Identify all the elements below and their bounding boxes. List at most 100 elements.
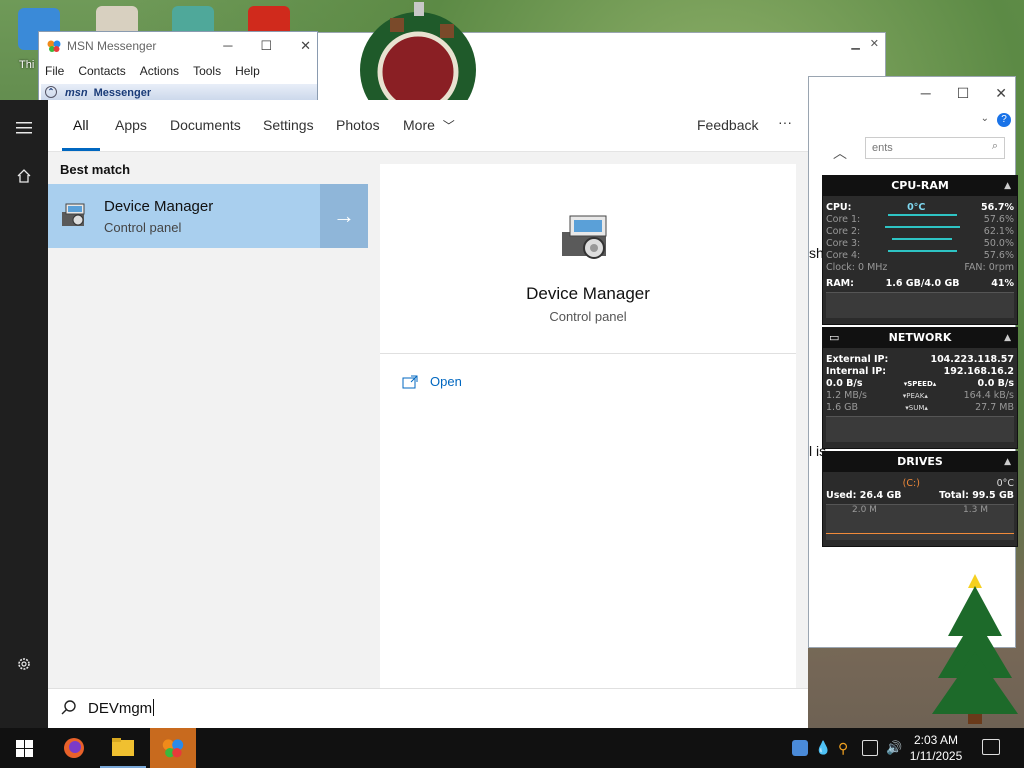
search-icon <box>61 700 76 715</box>
msn-butterfly-icon <box>162 739 184 758</box>
gadget-drives[interactable]: DRIVES ▲ (C:) 0°C Used: 26.4 GB Total: 99.5… <box>822 451 1018 547</box>
msn-brand-label: Messenger <box>93 87 152 99</box>
minimize-icon[interactable]: ▁ <box>851 37 859 50</box>
core-value: 62.1% <box>983 226 1014 237</box>
gadget-title: CPU-RAM <box>891 179 949 192</box>
help-icon[interactable]: ? <box>997 113 1011 127</box>
menu-help[interactable]: Help <box>235 64 260 78</box>
collapse-icon[interactable]: ▲ <box>1004 328 1011 348</box>
result-expand-arrow-icon[interactable]: → <box>320 184 368 248</box>
core-label: Core 2: <box>826 226 861 237</box>
menu-tools[interactable]: Tools <box>193 64 221 78</box>
msn-butterfly-icon <box>47 40 61 52</box>
close-icon[interactable]: ✕ <box>300 38 311 54</box>
christmas-tree-decoration <box>932 574 1018 724</box>
taskbar-firefox[interactable] <box>52 728 96 768</box>
speed-label: ▾SPEED▴ <box>903 380 937 388</box>
feedback-link[interactable]: Feedback <box>697 117 758 133</box>
chevron-down-icon[interactable]: ⌄ <box>981 113 989 124</box>
taskbar-file-explorer[interactable] <box>100 728 146 768</box>
taskbar-clock[interactable]: 2:03 AM 1/11/2025 <box>906 732 966 764</box>
minimize-icon[interactable]: ─ <box>223 38 232 54</box>
core-value: 57.6% <box>983 214 1014 225</box>
window-controls: ▁ ✕ <box>851 37 879 50</box>
menu-file[interactable]: File <box>45 64 64 78</box>
window-controls: ─ ☐ ✕ <box>921 85 1007 102</box>
drive-write: 1.3 M <box>963 505 988 515</box>
menu-contacts[interactable]: Contacts <box>78 64 125 78</box>
tray-droplet-icon[interactable]: 💧 <box>815 740 831 756</box>
tray-people-icon[interactable] <box>792 740 808 756</box>
ram-row: RAM: 1.6 GB/4.0 GB 41% <box>823 278 1017 290</box>
tab-settings[interactable]: Settings <box>263 117 314 133</box>
more-options-icon[interactable]: ··· <box>778 114 792 130</box>
drive-row: (C:) 0°C <box>823 478 1017 490</box>
drive-letter: (C:) <box>902 478 920 489</box>
peak-label-text: PEAK <box>906 392 925 400</box>
cpu-clock: Clock: 0 MHz <box>826 262 888 273</box>
ram-label: RAM: <box>826 278 854 289</box>
core-value: 57.6% <box>983 250 1014 261</box>
tab-all[interactable]: All <box>73 117 89 133</box>
clock-row: Clock: 0 MHz FAN: 0rpm <box>823 262 1017 274</box>
maximize-icon[interactable]: ☐ <box>260 38 272 54</box>
core-row: Core 4: 57.6% <box>823 250 1017 262</box>
internal-ip-label: Internal IP: <box>826 366 887 377</box>
core-value: 50.0% <box>983 238 1014 249</box>
drive-total: Total: 99.5 GB <box>939 490 1014 501</box>
core-usage-bar <box>887 250 957 252</box>
notification-center-icon[interactable] <box>982 739 1000 755</box>
collapse-icon[interactable]: ▲ <box>1004 452 1011 472</box>
menu-actions[interactable]: Actions <box>140 64 179 78</box>
search-panel: All Apps Documents Settings Photos More … <box>48 100 808 728</box>
tab-apps[interactable]: Apps <box>115 117 147 133</box>
collapse-icon[interactable]: ⌃ <box>45 86 57 98</box>
core-usage-bar <box>892 238 953 240</box>
msn-messenger-window[interactable]: MSN Messenger ─ ☐ ✕ File Contacts Action… <box>38 31 318 102</box>
tab-documents[interactable]: Documents <box>170 117 241 133</box>
tray-network-icon[interactable] <box>862 740 878 756</box>
tab-more[interactable]: More ﹀ <box>403 117 455 134</box>
cpu-percent: 56.7% <box>981 202 1014 213</box>
maximize-icon[interactable]: ☐ <box>957 85 970 102</box>
gadget-cpu-ram[interactable]: CPU-RAM ▲ CPU: 0°C 56.7% Core 1: 57.6% Core 2… <box>822 175 1018 325</box>
core-label: Core 4: <box>826 250 861 261</box>
chevron-down-icon: ﹀ <box>442 119 455 133</box>
preview-title: Device Manager <box>526 284 650 303</box>
chevron-up-icon[interactable]: ︿ <box>833 143 847 163</box>
network-graph <box>826 416 1014 442</box>
result-type: Control panel <box>104 220 182 235</box>
search-query-field[interactable]: DEVmgm <box>88 699 155 717</box>
device-manager-icon <box>62 203 85 226</box>
result-device-manager[interactable]: Device Manager Control panel <box>48 184 320 248</box>
internal-ip-row: Internal IP: 192.168.16.2 <box>823 366 1017 378</box>
tray-search-key-icon[interactable]: ⚲ <box>838 740 854 756</box>
msn-titlebar: MSN Messenger ─ ☐ ✕ <box>39 32 317 60</box>
results-list: Best match Device Manager Control panel … <box>48 152 368 688</box>
search-box[interactable]: DEVmgm <box>48 688 808 728</box>
settings-gear-icon[interactable] <box>0 644 48 684</box>
firefox-icon <box>64 738 84 758</box>
close-icon[interactable]: ✕ <box>995 85 1007 102</box>
taskbar-msn-messenger[interactable] <box>150 728 196 768</box>
tray-volume-icon[interactable]: 🔊 <box>886 740 902 756</box>
tab-photos[interactable]: Photos <box>336 117 380 133</box>
home-icon[interactable] <box>0 156 48 196</box>
core-row: Core 2: 62.1% <box>823 226 1017 238</box>
open-button[interactable]: Open <box>402 374 462 389</box>
preview-subtitle: Control panel <box>549 309 627 324</box>
gadget-network[interactable]: ▭ NETWORK ▲ External IP: 104.223.118.57 In… <box>822 327 1018 449</box>
cpu-label: CPU: <box>826 202 852 213</box>
search-input[interactable]: ents ⌕ <box>865 137 1005 159</box>
collapse-icon[interactable]: ▲ <box>1004 176 1011 196</box>
drive-temp: 0°C <box>996 478 1014 489</box>
start-button[interactable] <box>0 728 48 768</box>
best-match-heading: Best match <box>60 162 131 177</box>
minimize-icon[interactable]: ─ <box>921 85 931 102</box>
ram-percent: 41% <box>991 278 1014 289</box>
gadget-header: DRIVES ▲ <box>823 452 1017 472</box>
close-icon[interactable]: ✕ <box>870 37 879 50</box>
hamburger-menu-icon[interactable] <box>0 108 48 148</box>
internal-ip: 192.168.16.2 <box>943 366 1014 377</box>
sum-label: ▾SUM▴ <box>905 404 928 412</box>
